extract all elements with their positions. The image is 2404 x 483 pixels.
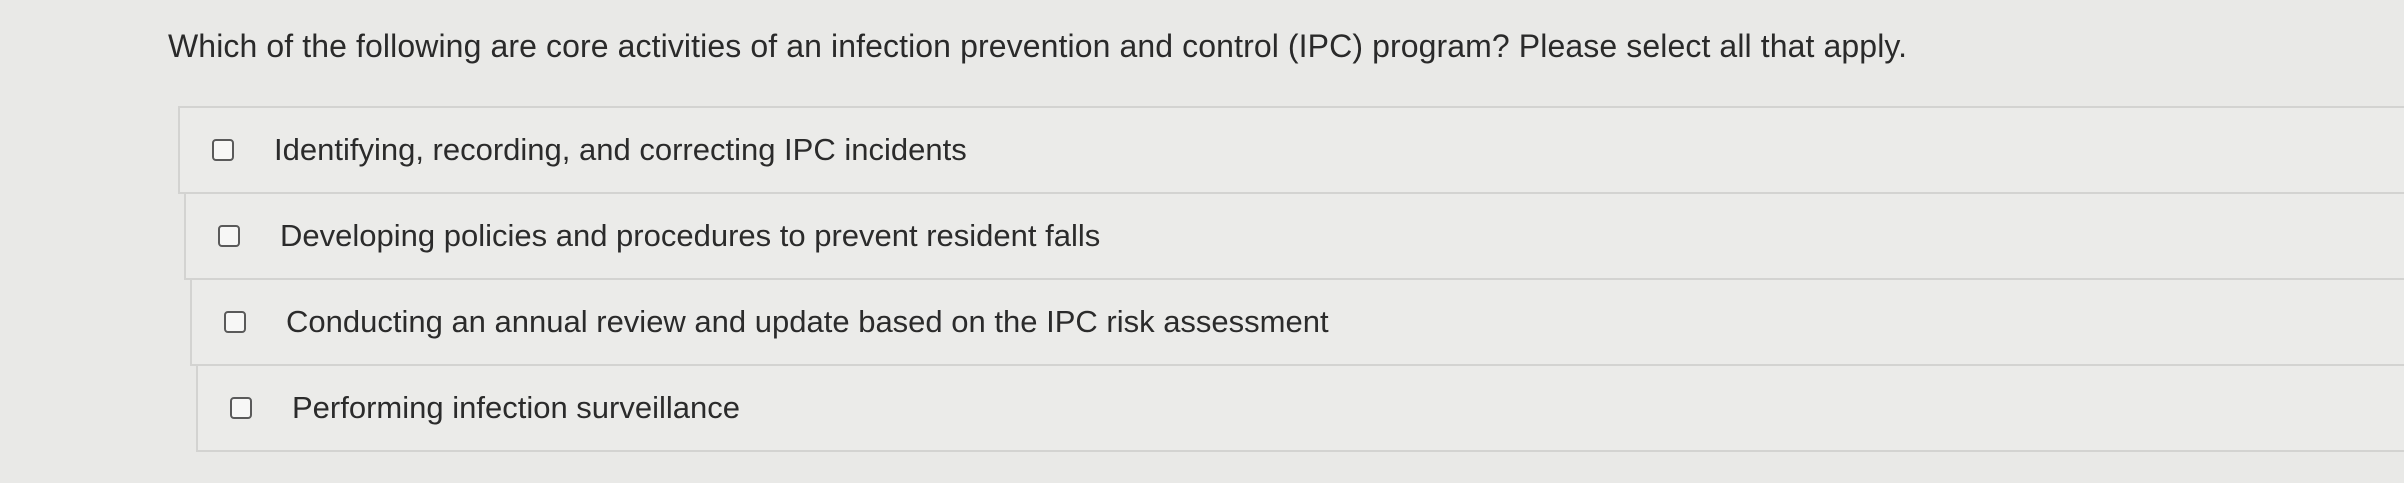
option-annual-review-risk-assessment[interactable]: Conducting an annual review and update b… xyxy=(190,280,2404,366)
checkbox[interactable] xyxy=(218,225,240,247)
question-text: Which of the following are core activiti… xyxy=(168,28,1908,64)
option-label: Performing infection surveillance xyxy=(292,390,740,425)
option-infection-surveillance[interactable]: Performing infection surveillance xyxy=(196,366,2404,452)
option-label: Identifying, recording, and correcting I… xyxy=(274,132,967,167)
option-label: Developing policies and procedures to pr… xyxy=(280,218,1101,253)
checkbox[interactable] xyxy=(212,139,234,161)
checkbox[interactable] xyxy=(230,397,252,419)
answer-options-list: Identifying, recording, and correcting I… xyxy=(178,106,2404,452)
option-identifying-recording-correcting[interactable]: Identifying, recording, and correcting I… xyxy=(178,108,2404,194)
option-label: Conducting an annual review and update b… xyxy=(286,304,1329,339)
option-developing-policies-falls[interactable]: Developing policies and procedures to pr… xyxy=(184,194,2404,280)
checkbox[interactable] xyxy=(224,311,246,333)
